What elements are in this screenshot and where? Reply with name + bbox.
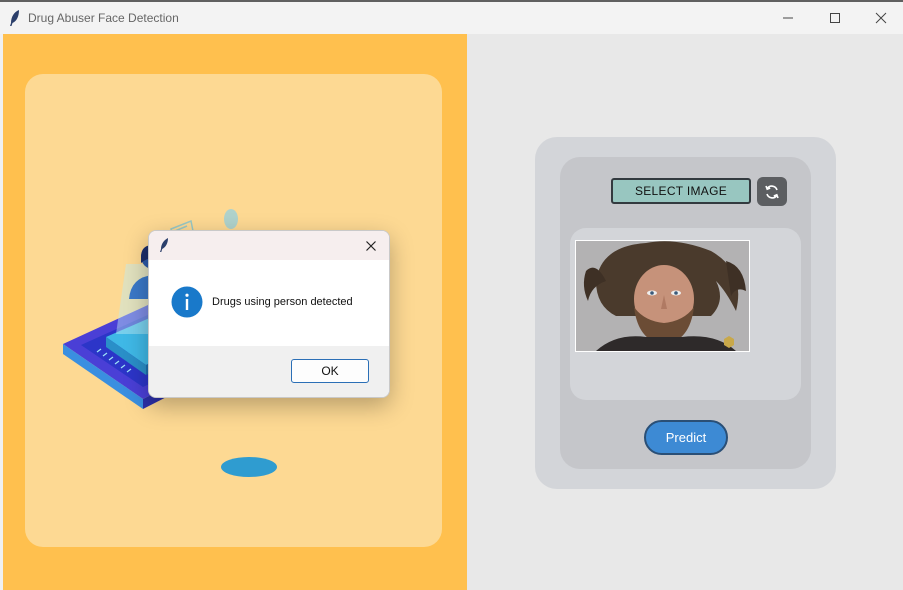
control-card: SELECT IMAGE Predict: [535, 137, 836, 489]
predict-button[interactable]: Predict: [644, 420, 728, 455]
feather-icon: [8, 9, 22, 27]
app-window: Drug Abuser Face Detection SELECT IMAGE …: [0, 0, 903, 590]
control-inner-card: SELECT IMAGE Predict: [560, 157, 811, 469]
maximize-button[interactable]: [812, 2, 858, 34]
close-icon: [875, 12, 887, 24]
message-dialog: Drugs using person detected OK: [148, 230, 390, 398]
minimize-button[interactable]: [765, 2, 811, 34]
feather-icon: [159, 237, 169, 258]
select-image-button[interactable]: SELECT IMAGE: [611, 178, 751, 204]
close-icon: [366, 241, 376, 251]
dialog-message: Drugs using person detected: [212, 296, 353, 308]
dialog-title-bar: [149, 231, 389, 260]
dialog-footer: OK: [149, 346, 389, 397]
selected-face-photo: [575, 240, 750, 352]
ok-button[interactable]: OK: [291, 359, 369, 383]
maximize-icon: [830, 13, 840, 23]
refresh-button[interactable]: [757, 177, 787, 206]
close-button[interactable]: [858, 2, 903, 34]
window-title: Drug Abuser Face Detection: [28, 11, 179, 25]
refresh-icon: [765, 184, 779, 199]
info-icon: [171, 286, 203, 318]
right-panel: SELECT IMAGE Predict: [467, 34, 903, 590]
dialog-close-button[interactable]: [359, 236, 383, 256]
image-preview-frame: [570, 228, 801, 400]
minimize-icon: [783, 17, 793, 19]
dialog-body: Drugs using person detected: [149, 260, 389, 346]
title-bar: Drug Abuser Face Detection: [0, 2, 903, 34]
